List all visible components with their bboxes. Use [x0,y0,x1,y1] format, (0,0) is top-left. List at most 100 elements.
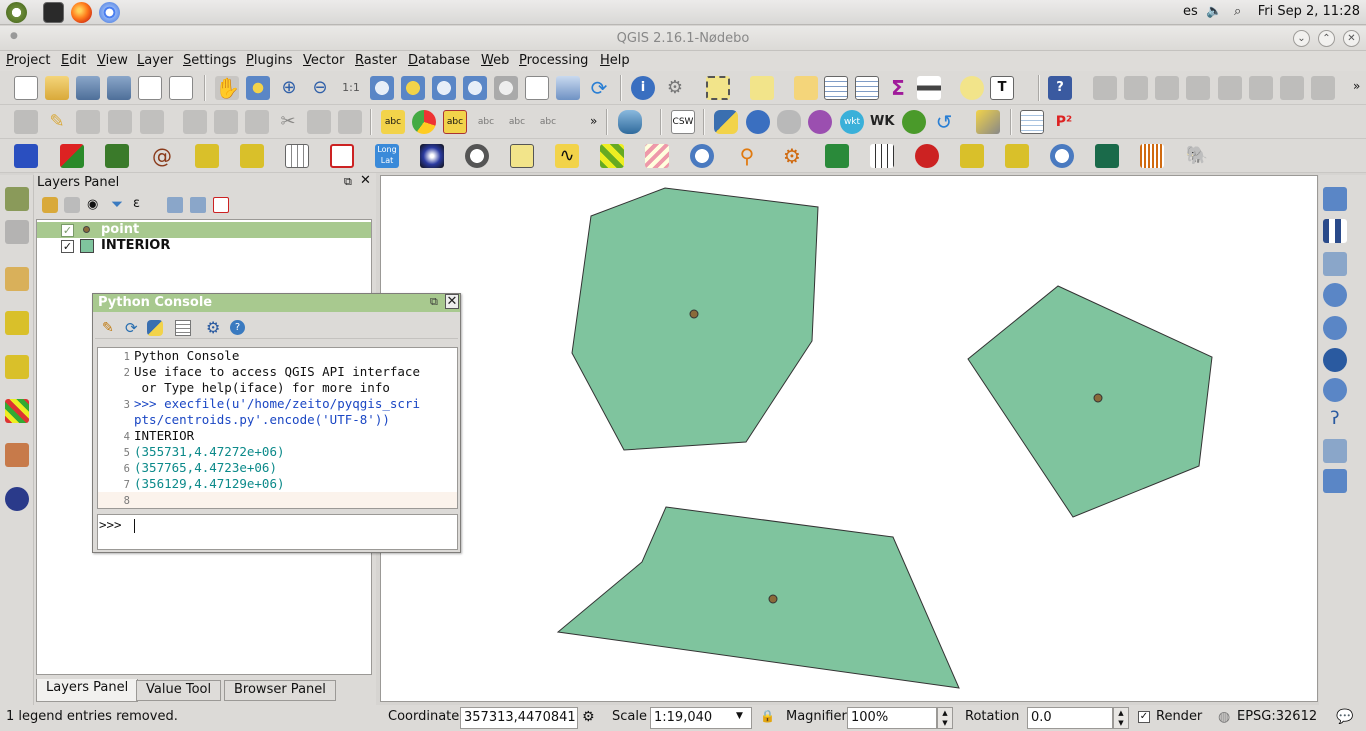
new-shapefile-icon[interactable] [1323,469,1347,493]
pan-map-icon[interactable]: ✋ [215,76,240,100]
metasearch-icon[interactable] [746,110,770,134]
python-console-icon[interactable] [714,110,738,134]
menu-help[interactable]: Help [600,53,630,68]
visibility-icon[interactable]: ◉ [87,197,98,212]
label-tool-icon[interactable]: abc [381,110,405,134]
os-menu-icon[interactable] [6,2,27,23]
settings-icon[interactable]: ⚙ [206,318,220,337]
merge-features-icon[interactable] [1124,76,1148,100]
add-mssql-icon[interactable] [5,355,29,379]
highlight-labels-icon[interactable]: abc [443,110,467,134]
diagram-tool-icon[interactable] [412,110,436,134]
bookmark-icon[interactable] [556,76,580,100]
zoom-last-icon[interactable] [463,76,487,100]
add-vector-lines-icon[interactable] [1323,187,1347,211]
long-lat-icon[interactable]: Long Lat [375,144,399,168]
statistical-summary-icon[interactable]: Σ [886,76,910,100]
plugin-redgreen-icon[interactable] [60,144,84,168]
current-edits-icon[interactable] [14,110,38,134]
float-console-icon[interactable]: ⧉ [430,295,438,309]
layer-row-point[interactable]: ✓ point [37,222,371,238]
scale-dropdown-icon[interactable]: ▼ [736,711,743,721]
layer-visibility-checkbox[interactable]: ✓ [61,224,74,237]
magnifier-spin-buttons[interactable]: ▲ ▼ [937,707,953,729]
wkt-feature-icon[interactable]: WK [870,110,894,134]
paste-icon[interactable] [338,110,362,134]
calendar-icon[interactable] [330,144,354,168]
action-icon[interactable]: ⚙ [663,76,687,100]
deselect-all-icon[interactable] [794,76,818,100]
menu-database[interactable]: Database [408,53,470,68]
close-console-icon[interactable]: ✕ [445,294,459,309]
plugin-palm-icon[interactable] [1095,144,1119,168]
plugin-elephant-icon[interactable]: 🐘 [1185,144,1209,168]
layer-row-interior[interactable]: ✓ INTERIOR [37,238,371,254]
rotation-spinbox[interactable]: 0.0 [1027,707,1113,729]
add-node-layer-icon[interactable] [1323,439,1347,463]
help-icon[interactable]: ? [1048,76,1072,100]
plugin-bug-icon[interactable] [902,110,926,134]
delete-ring-icon[interactable] [1280,76,1304,100]
collapse-all-icon[interactable] [190,197,206,213]
save-project-icon[interactable] [76,76,100,100]
plugin-zoom-icon[interactable] [690,144,714,168]
chromium-icon[interactable] [99,2,120,23]
crs-globe-icon[interactable]: ◍ [1218,709,1230,725]
plugin-yellow-3-icon[interactable] [960,144,984,168]
clear-console-icon[interactable]: ✎ [102,320,114,336]
plugin-arrow-icon[interactable] [825,144,849,168]
layer-visibility-checkbox[interactable]: ✓ [61,240,74,253]
toolbar-overflow-icon[interactable]: » [590,114,597,128]
add-wms-icon[interactable] [5,399,29,423]
map-tips-icon[interactable] [960,76,984,100]
processing-icon[interactable] [808,110,832,134]
refresh-icon[interactable]: ⟳ [587,76,611,100]
menu-plugins[interactable]: Plugins [246,53,293,68]
map-canvas[interactable] [380,175,1318,702]
style-manager-icon[interactable] [42,197,58,213]
search-icon[interactable]: ⌕ [1234,4,1250,20]
plugin-leaf-icon[interactable] [105,144,129,168]
minimize-button[interactable]: ⌄ [1293,30,1310,47]
remove-layer-icon[interactable] [213,197,229,213]
python-console-input[interactable]: >>> [97,514,458,550]
plugin-profile-icon[interactable] [510,144,534,168]
add-ring-icon[interactable] [1218,76,1242,100]
toggle-extents-icon[interactable]: ⚙ [582,709,595,725]
lock-scale-icon[interactable]: 🔒 [760,709,775,723]
plugin-fruit-icon[interactable] [915,144,939,168]
node-tool-icon[interactable] [183,110,207,134]
plugin-texture-icon[interactable] [645,144,669,168]
cut-icon[interactable]: ✂ [276,110,300,134]
zoom-to-layer-icon[interactable] [432,76,456,100]
zoom-next-icon[interactable] [494,76,518,100]
zoom-full-icon[interactable] [370,76,394,100]
menu-project[interactable]: Project [6,53,51,68]
pan-to-selection-icon[interactable] [246,76,270,100]
split-features-icon[interactable] [1093,76,1117,100]
close-button[interactable]: ✕ [1343,30,1360,47]
table-icon[interactable] [285,144,309,168]
tab-value-tool[interactable]: Value Tool [136,680,222,701]
menu-settings[interactable]: Settings [183,53,236,68]
tab-browser-panel[interactable]: Browser Panel [224,680,336,701]
delete-part-icon[interactable] [1311,76,1335,100]
zoom-out-icon[interactable]: ⊖ [308,76,332,100]
save-as-icon[interactable] [107,76,131,100]
close-panel-icon[interactable]: ✕ [360,173,371,188]
add-vector-layer-icon[interactable] [5,187,29,211]
add-spatialite-icon[interactable] [5,311,29,335]
volume-icon[interactable]: 🔈 [1206,4,1222,20]
plugin-yellow-2-icon[interactable] [240,144,264,168]
zoom-native-icon[interactable]: 1:1 [339,76,363,100]
trash-icon[interactable] [245,110,269,134]
move-feature-icon[interactable] [140,110,164,134]
import-class-icon[interactable]: ⟳ [125,319,138,337]
reshape-icon[interactable] [1186,76,1210,100]
plugin-magnify-icon[interactable] [1050,144,1074,168]
save-edits-icon[interactable] [76,110,100,134]
add-part-icon[interactable] [1249,76,1273,100]
cloud-icon[interactable] [777,110,801,134]
coordinate-field[interactable]: 357313,4470841 [460,707,578,729]
maximize-button[interactable]: ⌃ [1318,30,1335,47]
